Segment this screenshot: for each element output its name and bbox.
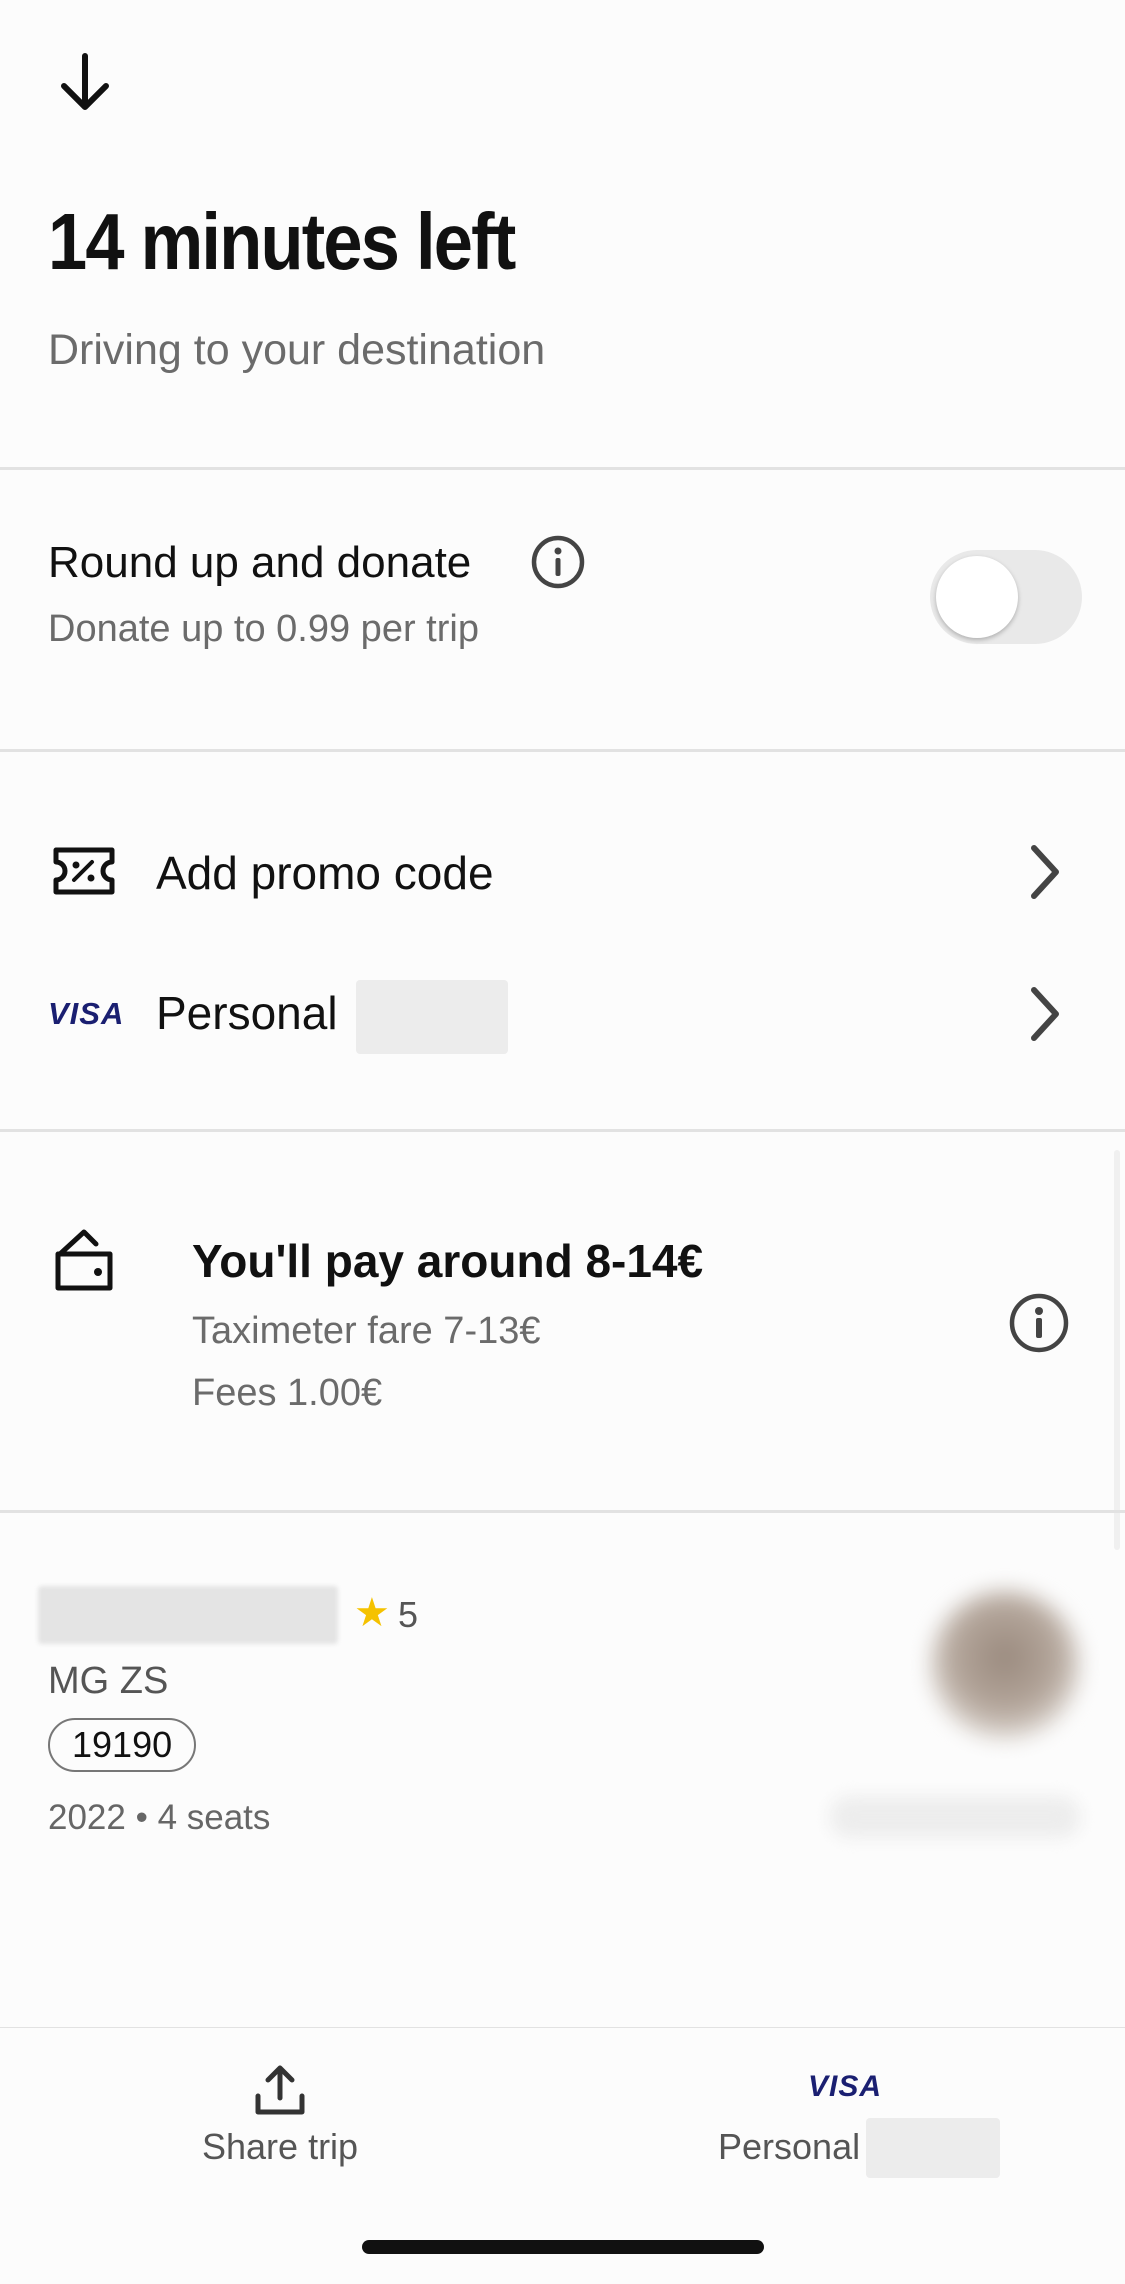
- info-icon[interactable]: [530, 534, 586, 590]
- visa-logo: VISA: [48, 996, 125, 1031]
- chevron-right-icon[interactable]: [1024, 842, 1064, 902]
- driver-avatar[interactable]: [930, 1590, 1080, 1740]
- visa-logo: VISA: [808, 2070, 883, 2103]
- ticket-percent-icon: [53, 847, 115, 895]
- redacted-avatar-caption: [830, 1796, 1080, 1838]
- share-upload-icon[interactable]: [252, 2062, 308, 2118]
- star-icon: ★: [354, 1591, 390, 1635]
- donate-subtitle: Donate up to 0.99 per trip: [48, 608, 479, 650]
- scrollbar[interactable]: [1114, 1150, 1120, 1550]
- promo-code-button[interactable]: Add promo code: [156, 846, 494, 900]
- taximeter-fare: Taximeter fare 7-13€: [192, 1310, 541, 1352]
- donate-toggle[interactable]: [930, 550, 1082, 644]
- payment-method-button[interactable]: Personal: [718, 2126, 860, 2168]
- redacted-card-number: [866, 2118, 1000, 2178]
- license-plate: 19190: [48, 1718, 197, 1772]
- divider: [0, 749, 1125, 752]
- home-indicator[interactable]: [362, 2240, 764, 2254]
- divider: [0, 1510, 1125, 1513]
- arrow-down-icon[interactable]: [50, 48, 120, 118]
- divider: [0, 467, 1125, 470]
- fare-estimate: You'll pay around 8-14€: [192, 1235, 704, 1287]
- page-title: 14 minutes left: [48, 197, 516, 286]
- page-subtitle: Driving to your destination: [48, 326, 546, 374]
- payment-method-button[interactable]: Personal: [156, 986, 338, 1040]
- donate-title: Round up and donate: [48, 538, 472, 587]
- redacted-driver-name: [38, 1586, 338, 1644]
- wallet-icon: [55, 1229, 113, 1291]
- chevron-right-icon[interactable]: [1024, 984, 1064, 1044]
- share-trip-button[interactable]: Share trip: [202, 2126, 358, 2168]
- redacted-card-number: [356, 980, 508, 1054]
- divider: [0, 1129, 1125, 1132]
- car-model: MG ZS: [48, 1660, 169, 1702]
- toggle-knob: [936, 556, 1018, 638]
- fees: Fees 1.00€: [192, 1372, 383, 1414]
- info-icon[interactable]: [1008, 1292, 1070, 1354]
- car-info: 2022 • 4 seats: [48, 1798, 271, 1837]
- driver-rating: 5: [398, 1594, 419, 1635]
